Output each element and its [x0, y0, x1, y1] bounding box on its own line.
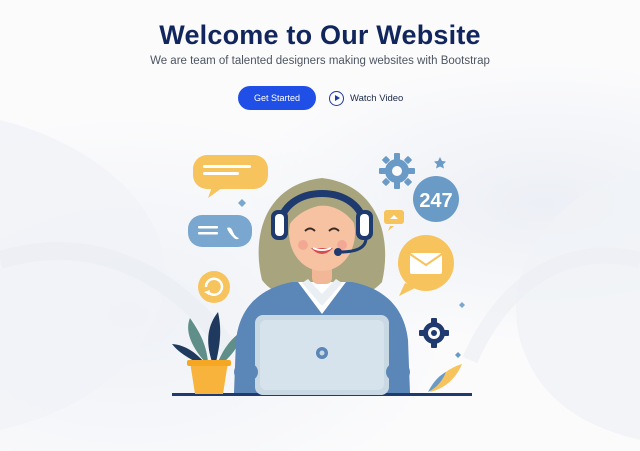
- leaves-decoration: [428, 364, 462, 392]
- refresh-icon: [198, 271, 230, 303]
- 24-7-badge: 247: [413, 176, 459, 222]
- tag-icon: [384, 210, 404, 231]
- phone-bubble-icon: [188, 215, 252, 247]
- badge-text: 247: [419, 190, 452, 212]
- sparkle-icon: [238, 199, 246, 207]
- settings-gear-icon: [419, 318, 449, 348]
- gear-icon: [379, 153, 415, 189]
- star-icon: [434, 157, 446, 169]
- laptop-icon: [255, 315, 389, 395]
- mail-icon: [398, 235, 454, 296]
- chat-bubble-icon: [193, 155, 268, 198]
- support-agent-illustration: 247: [172, 153, 472, 396]
- plant-icon: [172, 312, 244, 394]
